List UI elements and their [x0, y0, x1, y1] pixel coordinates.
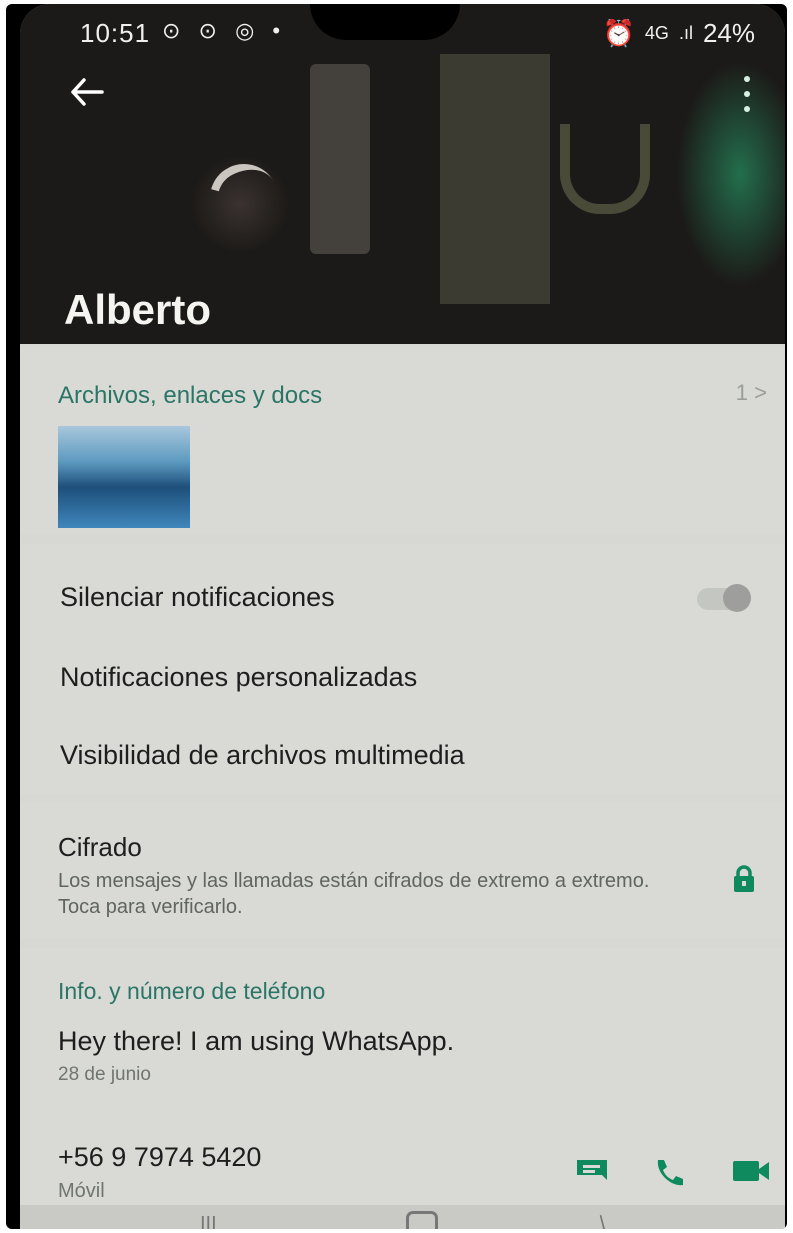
info-section: Info. y número de teléfono Hey there! I …: [20, 948, 785, 1229]
more-options-icon[interactable]: [739, 76, 755, 112]
battery-level: 24%: [702, 18, 755, 48]
about-text[interactable]: Hey there! I am using WhatsApp.: [58, 1026, 454, 1057]
encryption-description: Los mensajes y las llamadas están cifrad…: [58, 870, 650, 918]
lock-icon: [733, 864, 755, 894]
notification-settings-section: Silenciar notificaciones Notificaciones …: [20, 544, 785, 794]
notification-icons: ⊙ ⊙ ◎ •: [162, 18, 287, 43]
media-section-title: Archivos, enlaces y docs: [58, 382, 323, 409]
media-visibility-row[interactable]: Visibilidad de archivos multimedia: [60, 740, 465, 771]
alarm-icon: ⏰: [602, 18, 635, 48]
photo-detail: [560, 124, 650, 214]
contact-photo-header[interactable]: 10:51 ⊙ ⊙ ◎ • ⏰ 4G .ıl 24% Alberto: [20, 4, 785, 344]
camera-notch: [310, 4, 460, 40]
custom-notifications-row[interactable]: Notificaciones personalizadas: [60, 662, 417, 693]
device-frame: 10:51 ⊙ ⊙ ◎ • ⏰ 4G .ıl 24% Alberto Archi…: [6, 4, 787, 1229]
phone-screen: 10:51 ⊙ ⊙ ◎ • ⏰ 4G .ıl 24% Alberto Archi…: [20, 4, 785, 1229]
back-arrow-icon[interactable]: [70, 76, 110, 112]
nav-back-icon[interactable]: /: [594, 1211, 612, 1229]
system-nav-bar: III /: [20, 1205, 785, 1229]
video-call-icon[interactable]: [731, 1158, 771, 1189]
media-count-chevron[interactable]: 1 >: [736, 380, 767, 406]
status-right-group: ⏰ 4G .ıl 24%: [603, 18, 755, 49]
media-thumbnail[interactable]: [58, 426, 190, 528]
photo-detail: [197, 151, 291, 245]
encryption-title: Cifrado: [58, 832, 142, 862]
photo-detail: [440, 54, 550, 304]
status-bar: 10:51 ⊙ ⊙ ◎ • ⏰ 4G .ıl 24%: [20, 4, 785, 64]
home-icon[interactable]: [406, 1211, 438, 1229]
about-date: 28 de junio: [58, 1064, 151, 1085]
encryption-row[interactable]: Cifrado Los mensajes y las llamadas está…: [20, 802, 785, 938]
media-section[interactable]: Archivos, enlaces y docs 1 >: [20, 346, 785, 534]
mute-notifications-row[interactable]: Silenciar notificaciones: [60, 582, 335, 613]
phone-type-label: Móvil: [58, 1180, 105, 1202]
network-type: 4G: [644, 23, 669, 43]
contact-name: Alberto: [64, 286, 211, 333]
recents-icon[interactable]: III: [200, 1213, 217, 1229]
mute-toggle[interactable]: [697, 584, 751, 612]
photo-detail: [310, 64, 370, 254]
message-icon[interactable]: [575, 1158, 609, 1189]
signal-icon: .ıl: [678, 23, 693, 43]
info-section-title: Info. y número de teléfono: [58, 978, 326, 1004]
voice-call-icon[interactable]: [653, 1158, 685, 1193]
status-clock: 10:51: [80, 18, 151, 48]
phone-number[interactable]: +56 9 7974 5420: [58, 1142, 261, 1173]
